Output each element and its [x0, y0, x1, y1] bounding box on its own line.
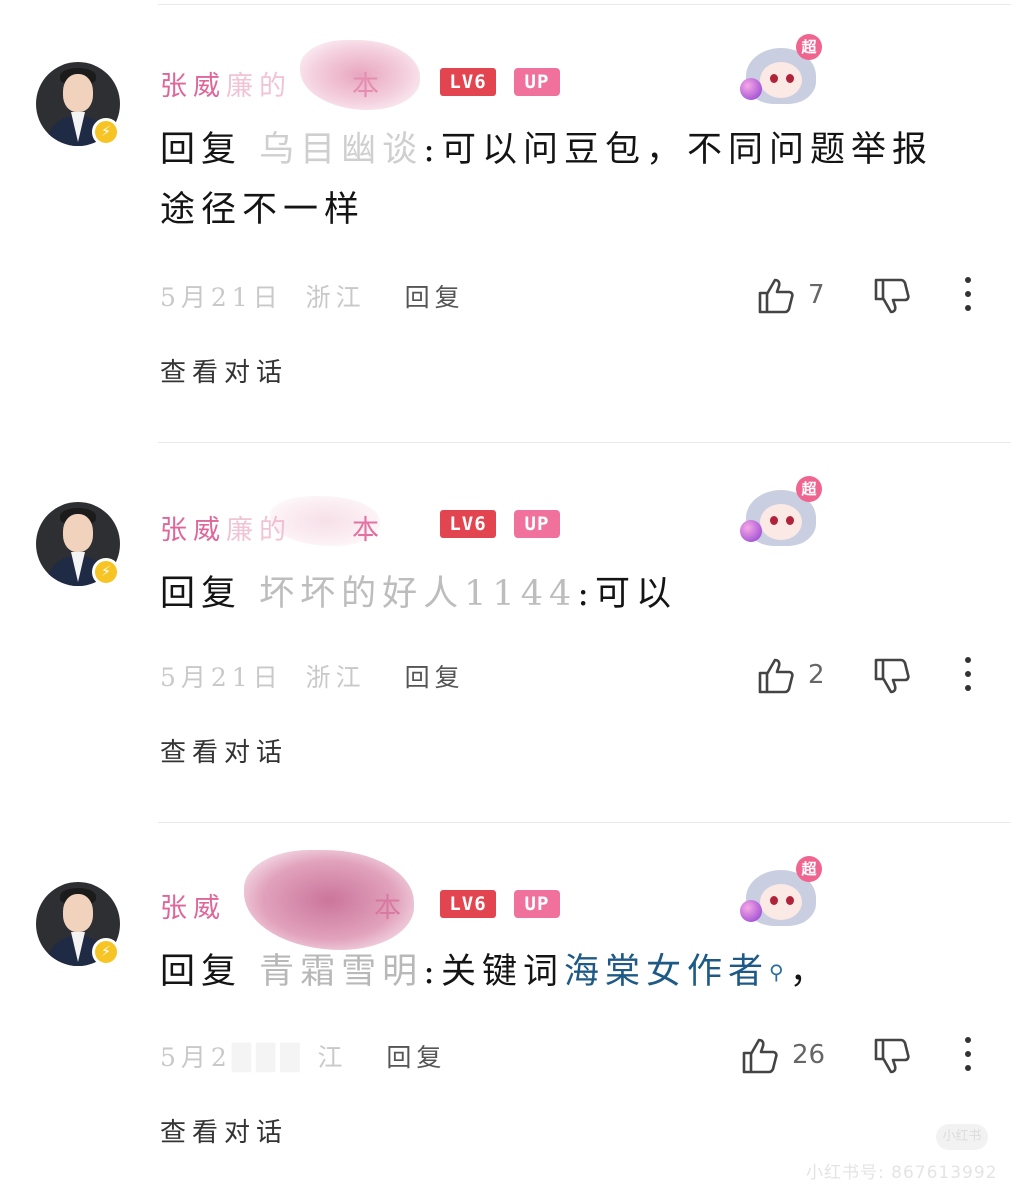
watermark-logo: 小红书 — [936, 1124, 988, 1150]
reply-button[interactable]: 回复 — [405, 283, 465, 312]
comment-date: 5月21日 — [160, 663, 283, 692]
reply-target[interactable]: 坏坏的好人1144 — [259, 574, 577, 614]
reply-target[interactable]: 青霜雪明 — [259, 952, 423, 992]
level-badge: LV6 — [440, 68, 496, 96]
view-conversation-link[interactable]: 查看对话 — [160, 1112, 288, 1149]
avatar-pendant-sticker: 超 — [738, 34, 828, 110]
dislike-icon[interactable] — [872, 656, 912, 696]
comment-body: 回复 坏坏的好人1144:可以 — [160, 574, 678, 614]
reply-button[interactable]: 回复 — [386, 1043, 446, 1072]
comment-meta: 5月2███ 江 回复 — [160, 1043, 447, 1072]
comment-location: 江 — [317, 1043, 348, 1072]
comment-location: 浙江 — [305, 283, 366, 312]
like-count: 26 — [792, 1040, 826, 1070]
super-badge: 超 — [796, 856, 822, 882]
avatar-pendant-sticker: 超 — [738, 476, 828, 552]
comment-body: 回复 青霜雪明:关键词海棠女作者⚲， — [160, 952, 831, 992]
up-badge: UP — [514, 890, 560, 918]
search-icon[interactable]: ⚲ — [769, 960, 790, 984]
verified-lightning-icon: ⚡ — [92, 938, 120, 966]
super-badge: 超 — [796, 476, 822, 502]
view-conversation-link[interactable]: 查看对话 — [160, 732, 288, 769]
verified-lightning-icon: ⚡ — [92, 118, 120, 146]
up-badge: UP — [514, 68, 560, 96]
keyword-search-link[interactable]: 海棠女作者 — [564, 952, 769, 992]
like-icon[interactable] — [740, 1036, 780, 1076]
dislike-icon[interactable] — [872, 276, 912, 316]
more-options-icon[interactable] — [958, 1034, 978, 1074]
level-badge: LV6 — [440, 510, 496, 538]
comment-location: 浙江 — [305, 663, 366, 692]
like-icon[interactable] — [756, 656, 796, 696]
verified-lightning-icon: ⚡ — [92, 558, 120, 586]
comment-date: 5月21日 — [160, 283, 283, 312]
like-count: 2 — [808, 660, 825, 690]
level-badge: LV6 — [440, 890, 496, 918]
comment-body: 回复 乌目幽谈:可以问豆包，不同问题举报途径不一样 — [160, 130, 933, 230]
super-badge: 超 — [796, 34, 822, 60]
comment-item: ⚡ 张威本 LV6 UP 超 回复 青霜雪明:关键词海棠女作者⚲， 5月2███… — [0, 820, 1011, 1200]
comment-item: ⚡ 张威廉的本 LV6 UP 超 回复 坏坏的好人1144:可以 5月21日 浙… — [0, 440, 1011, 820]
reply-button[interactable]: 回复 — [405, 663, 465, 692]
reply-target[interactable]: 乌目幽谈 — [259, 130, 423, 170]
avatar-pendant-sticker: 超 — [738, 856, 828, 932]
more-options-icon[interactable] — [958, 274, 978, 314]
watermark-text: 小红书号: 867613992 — [806, 1163, 998, 1183]
up-badge: UP — [514, 510, 560, 538]
redaction-smudge — [244, 850, 414, 950]
more-options-icon[interactable] — [958, 654, 978, 694]
dislike-icon[interactable] — [872, 1036, 912, 1076]
like-count: 7 — [808, 280, 825, 310]
comment-date: 5月2 — [160, 1043, 232, 1072]
view-conversation-link[interactable]: 查看对话 — [160, 352, 288, 389]
comment-meta: 5月21日 浙江 回复 — [160, 658, 465, 694]
comment-item: ⚡ 张威廉的本 LV6 UP 超 回复 乌目幽谈:可以问豆包，不同问题举报途径不… — [0, 0, 1011, 388]
comment-meta: 5月21日 浙江 回复 — [160, 278, 465, 314]
like-icon[interactable] — [756, 276, 796, 316]
